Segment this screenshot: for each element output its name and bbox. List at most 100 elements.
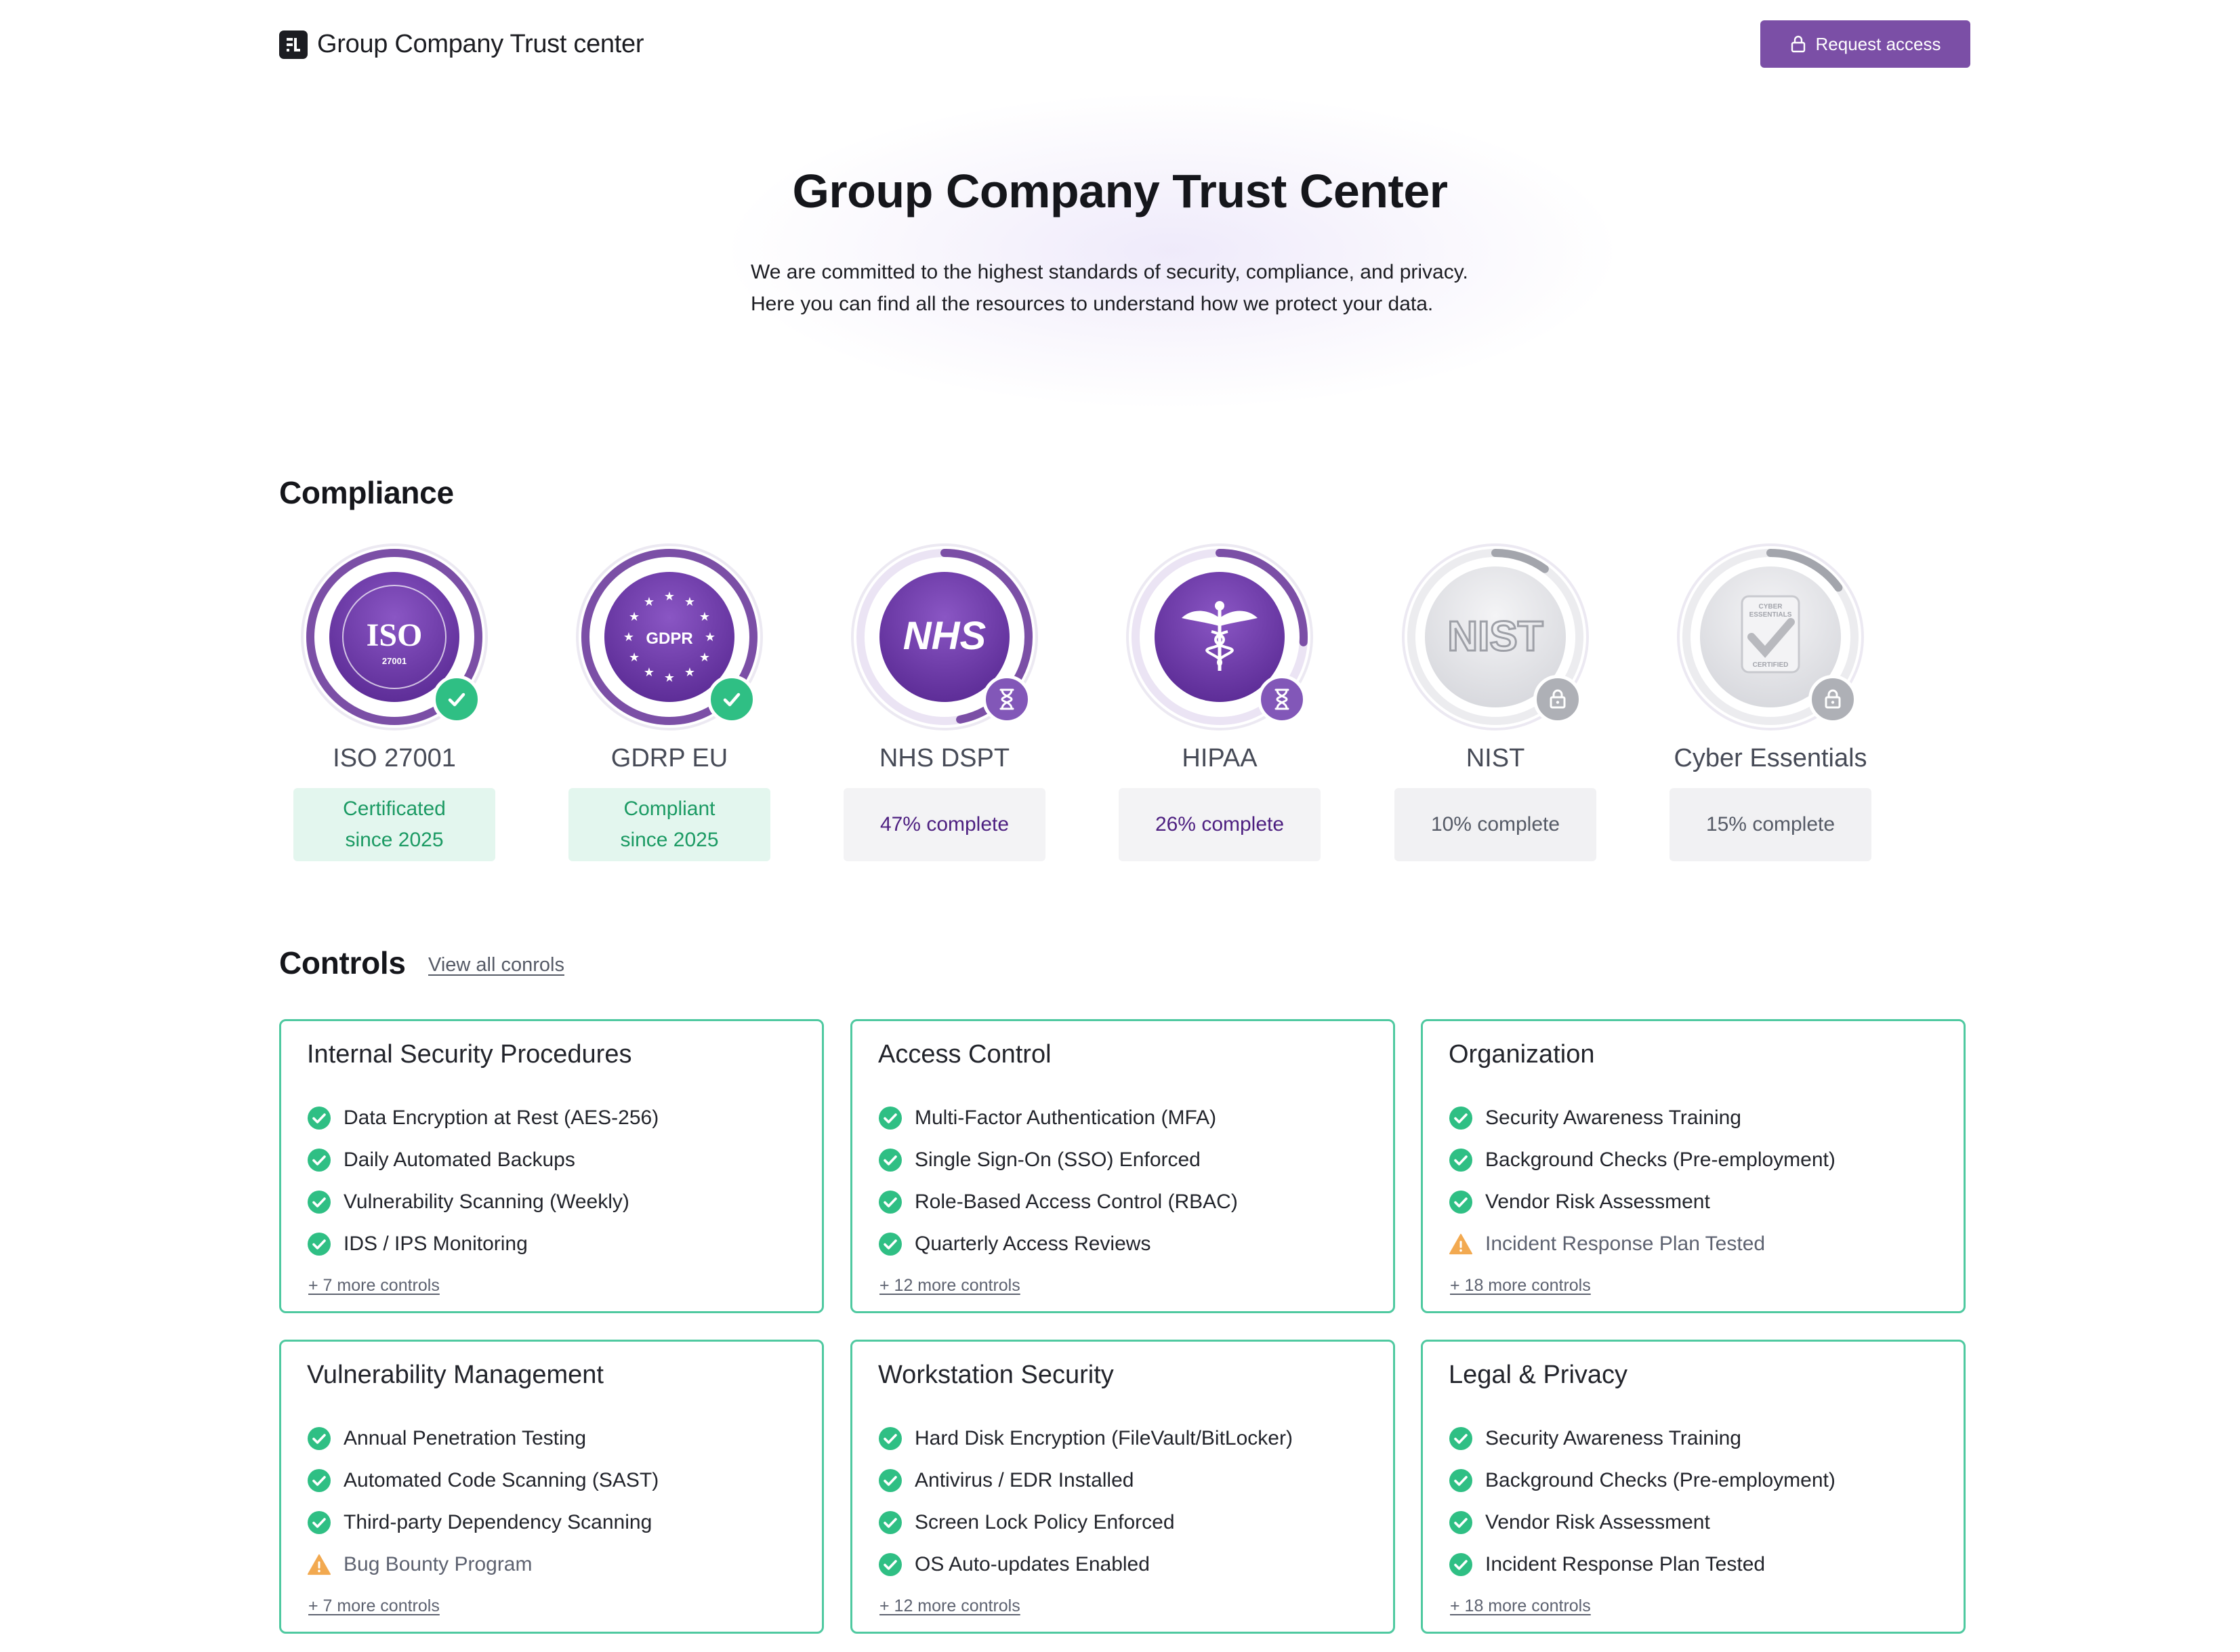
control-label: Security Awareness Training — [1485, 1427, 1741, 1449]
check-circle-icon — [1449, 1106, 1473, 1130]
svg-text:CYBER: CYBER — [1758, 603, 1783, 611]
svg-text:ISO: ISO — [367, 617, 423, 653]
control-label: Data Encryption at Rest (AES-256) — [344, 1107, 659, 1129]
card-title: Vulnerability Management — [307, 1361, 604, 1389]
lock-icon — [1790, 35, 1806, 53]
brand[interactable]: Group Company Trust center — [279, 30, 644, 59]
control-label: Bug Bounty Program — [344, 1553, 533, 1575]
nist-emblem: NIST — [1401, 542, 1590, 732]
badge-name: Cyber Essentials — [1674, 744, 1867, 772]
svg-text:CERTIFIED: CERTIFIED — [1753, 661, 1789, 669]
compliance-badge-iso-27001[interactable]: ISO 27001 ISO 27001 Certificated since 202… — [293, 542, 496, 861]
badge-status: 26% complete — [1119, 788, 1321, 861]
control-item: Annual Penetration Testing — [307, 1418, 659, 1460]
control-label: Background Checks (Pre-employment) — [1485, 1149, 1835, 1171]
svg-text:★: ★ — [664, 590, 675, 603]
check-circle-icon — [878, 1426, 903, 1451]
badge-name: GDRP EU — [610, 744, 728, 772]
control-item: Background Checks (Pre-employment) — [1449, 1139, 1835, 1181]
control-card-workstation-security: Workstation Security Hard Disk Encryption… — [850, 1340, 1395, 1634]
control-card-organization: Organization Security Awareness Training B… — [1421, 1019, 1966, 1313]
more-controls-link[interactable]: + 7 more controls — [308, 1276, 440, 1296]
check-circle-icon — [307, 1468, 331, 1493]
control-label: Daily Automated Backups — [344, 1149, 575, 1171]
svg-text:★: ★ — [629, 651, 640, 664]
more-controls-link[interactable]: + 18 more controls — [1450, 1596, 1591, 1616]
control-list: Annual Penetration Testing Automated Code… — [307, 1418, 659, 1586]
badge-name: HIPAA — [1182, 744, 1258, 772]
check-circle-icon — [307, 1510, 331, 1535]
control-item: Daily Automated Backups — [307, 1139, 659, 1181]
control-list: Data Encryption at Rest (AES-256) Daily A… — [307, 1097, 659, 1265]
control-label: Quarterly Access Reviews — [915, 1233, 1151, 1255]
control-list: Hard Disk Encryption (FileVault/BitLocke… — [878, 1418, 1293, 1586]
lock-icon — [1533, 675, 1582, 724]
control-item: Incident Response Plan Tested — [1449, 1223, 1835, 1265]
check-circle-icon — [878, 1232, 903, 1256]
check-circle-icon — [1449, 1190, 1473, 1214]
control-list: Multi-Factor Authentication (MFA) Single … — [878, 1097, 1238, 1265]
view-all-controls-link[interactable]: View all conrols — [428, 954, 564, 976]
control-label: Single Sign-On (SSO) Enforced — [915, 1149, 1201, 1171]
control-label: Hard Disk Encryption (FileVault/BitLocke… — [915, 1427, 1293, 1449]
control-label: Vendor Risk Assessment — [1485, 1191, 1710, 1213]
request-access-button[interactable]: Request access — [1760, 20, 1970, 68]
hero-glow — [732, 95, 1613, 407]
svg-text:NIST: NIST — [1447, 613, 1543, 660]
check-circle-icon — [878, 1468, 903, 1493]
control-label: Vulnerability Scanning (Weekly) — [344, 1191, 629, 1213]
svg-text:★: ★ — [684, 665, 695, 679]
check-circle-icon — [1449, 1552, 1473, 1577]
check-circle-icon — [878, 1510, 903, 1535]
control-label: Vendor Risk Assessment — [1485, 1511, 1710, 1533]
control-label: Role-Based Access Control (RBAC) — [915, 1191, 1238, 1213]
iso-27001-emblem: ISO 27001 — [299, 542, 489, 732]
hero-subtitle: We are committed to the highest standard… — [751, 256, 1564, 320]
check-circle-icon — [878, 1552, 903, 1577]
control-label: Third-party Dependency Scanning — [344, 1511, 652, 1533]
more-controls-link[interactable]: + 12 more controls — [879, 1276, 1020, 1296]
compliance-title: Compliance — [279, 475, 454, 510]
hourglass-icon — [982, 675, 1031, 724]
compliance-badge-cyber-essentials[interactable]: CYBER ESSENTIALS CERTIFIED Cyber Essentia… — [1669, 542, 1872, 861]
control-item: IDS / IPS Monitoring — [307, 1223, 659, 1265]
check-icon — [432, 675, 481, 724]
badge-status: 10% complete — [1394, 788, 1596, 861]
warning-icon — [307, 1552, 331, 1577]
compliance-badge-hipaa[interactable]: HIPAA 26% complete — [1118, 542, 1321, 861]
svg-text:★: ★ — [644, 665, 655, 679]
control-card-access-control: Access Control Multi-Factor Authenticatio… — [850, 1019, 1395, 1313]
badge-status: 47% complete — [844, 788, 1045, 861]
compliance-badge-nist[interactable]: NIST NIST 10% complete — [1394, 542, 1597, 861]
control-item: Vendor Risk Assessment — [1449, 1181, 1835, 1223]
card-title: Access Control — [878, 1040, 1052, 1069]
compliance-badge-nhs-dspt[interactable]: NHS NHS DSPT 47% complete — [843, 542, 1046, 861]
warning-icon — [1449, 1232, 1473, 1256]
card-title: Legal & Privacy — [1449, 1361, 1628, 1389]
control-item: Vulnerability Scanning (Weekly) — [307, 1181, 659, 1223]
control-item: Security Awareness Training — [1449, 1097, 1835, 1139]
control-item: OS Auto-updates Enabled — [878, 1544, 1293, 1586]
more-controls-link[interactable]: + 12 more controls — [879, 1596, 1020, 1616]
control-item: Quarterly Access Reviews — [878, 1223, 1238, 1265]
compliance-badge-gdpr-eu[interactable]: ★ ★ ★ ★ ★ ★ ★ ★ ★ ★ ★ ★ GDPR GDRP EU Compliant since 2… — [568, 542, 771, 861]
check-circle-icon — [307, 1190, 331, 1214]
more-controls-link[interactable]: + 18 more controls — [1450, 1276, 1591, 1296]
control-label: IDS / IPS Monitoring — [344, 1233, 528, 1255]
svg-text:★: ★ — [699, 651, 710, 664]
svg-text:★: ★ — [664, 671, 675, 684]
check-circle-icon — [878, 1106, 903, 1130]
control-item: Hard Disk Encryption (FileVault/BitLocke… — [878, 1418, 1293, 1460]
control-label: Security Awareness Training — [1485, 1107, 1741, 1129]
svg-text:★: ★ — [644, 595, 655, 608]
control-item: Incident Response Plan Tested — [1449, 1544, 1835, 1586]
control-label: Automated Code Scanning (SAST) — [344, 1469, 659, 1491]
svg-text:NHS: NHS — [903, 614, 987, 658]
control-item: Data Encryption at Rest (AES-256) — [307, 1097, 659, 1139]
cyber-essentials-emblem: CYBER ESSENTIALS CERTIFIED — [1676, 542, 1865, 732]
control-card-legal-privacy: Legal & Privacy Security Awareness Traini… — [1421, 1340, 1966, 1634]
control-label: OS Auto-updates Enabled — [915, 1553, 1150, 1575]
header: Group Company Trust center Request acces… — [279, 20, 1970, 88]
control-card-vulnerability-management: Vulnerability Management Annual Penetrati… — [279, 1340, 824, 1634]
more-controls-link[interactable]: + 7 more controls — [308, 1596, 440, 1616]
